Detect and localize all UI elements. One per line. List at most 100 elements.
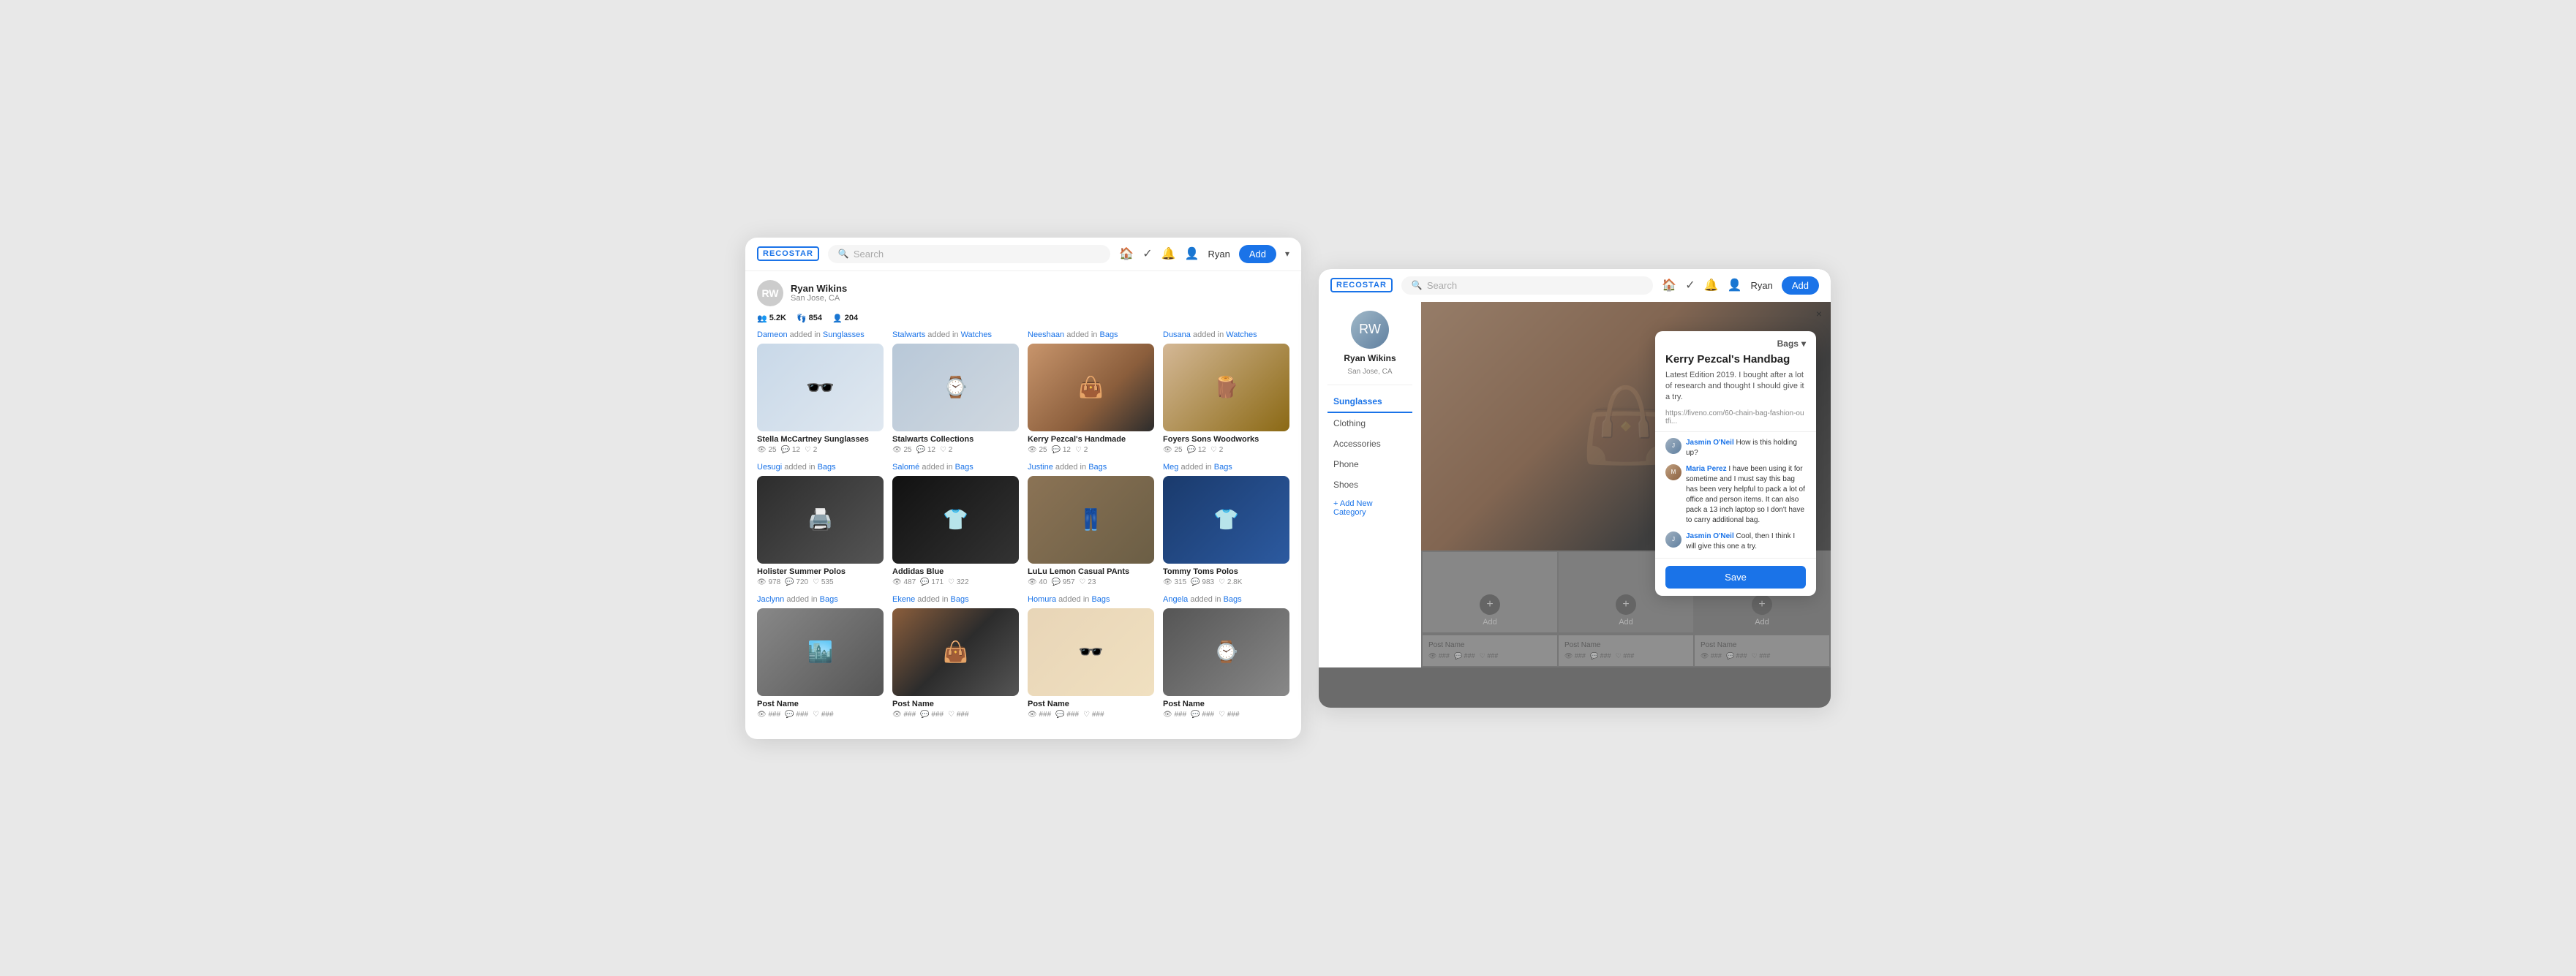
feed-image: ⌚: [892, 344, 1019, 431]
right-content: 👜 + Add + Add + Add Po: [1421, 302, 1831, 667]
home-icon[interactable]: 🏠: [1119, 246, 1134, 261]
list-item: Stalwarts added in Watches ⌚ Stalwarts C…: [892, 330, 1019, 454]
right-search-bar[interactable]: 🔍 Search: [1401, 276, 1653, 295]
popup-title: Kerry Pezcal's Handbag: [1655, 353, 1816, 370]
comment-text-3: Jasmin O'Neil Cool, then I think I will …: [1686, 531, 1806, 552]
feed-attribution: Angela added in Bags: [1163, 595, 1289, 604]
feed-attribution: Meg added in Bags: [1163, 463, 1289, 472]
profile-location: San Jose, CA: [791, 294, 847, 303]
sidebar-item-shoes[interactable]: Shoes: [1327, 474, 1412, 495]
feed-attribution: Salomé added in Bags: [892, 463, 1019, 472]
list-item: Dameon added in Sunglasses 🕶️ Stella McC…: [757, 330, 884, 454]
feed-attribution: Uesugi added in Bags: [757, 463, 884, 472]
check-circle-icon-right[interactable]: ✓: [1685, 278, 1695, 292]
popup-save-button[interactable]: Save: [1665, 566, 1806, 589]
popup-link[interactable]: https://fiveno.com/60-chain-bag-fashion-…: [1655, 409, 1816, 432]
feed-image: 🖨️: [757, 476, 884, 564]
followers-count: 5.2K: [769, 314, 786, 322]
right-navbar: RECOSTAR 🔍 Search 🏠 ✓ 🔔 👤 Ryan Add: [1319, 269, 1831, 302]
right-main: RW Ryan Wikins San Jose, CA Sunglasses C…: [1319, 302, 1831, 667]
list-item: Homura added in Bags 🕶️ Post Name 👁 ### …: [1028, 595, 1154, 719]
right-sidebar: RW Ryan Wikins San Jose, CA Sunglasses C…: [1319, 302, 1421, 667]
comment-text-1: Jasmin O'Neil How is this holding up?: [1686, 438, 1806, 458]
feed-title: Post Name: [892, 700, 1019, 708]
comment-avatar-3: J: [1665, 531, 1681, 548]
feed-stats: 👁 ### 💬 ### ♡ ###: [892, 711, 1019, 719]
sidebar-item-clothing[interactable]: Clothing: [1327, 413, 1412, 434]
feed-attribution: Ekene added in Bags: [892, 595, 1019, 604]
profile-name: Ryan Wikins: [791, 283, 847, 294]
feed-image: 👕: [892, 476, 1019, 564]
list-item: Angela added in Bags ⌚ Post Name 👁 ### 💬…: [1163, 595, 1289, 719]
search-icon: 🔍: [838, 249, 849, 259]
home-icon-right[interactable]: 🏠: [1662, 278, 1676, 292]
feed-image: ⌚: [1163, 608, 1289, 696]
popup-description: Latest Edition 2019. I bought after a lo…: [1655, 370, 1816, 409]
chevron-down-icon[interactable]: ▾: [1285, 249, 1289, 259]
feed-image: 👖: [1028, 476, 1154, 564]
feed-image: 👜: [1028, 344, 1154, 431]
feed-image: 🏙️: [757, 608, 884, 696]
followers-stat: 👥 5.2K: [757, 314, 786, 323]
add-button[interactable]: Add: [1239, 245, 1276, 263]
feed-attribution: Homura added in Bags: [1028, 595, 1154, 604]
feed-stats: 👁 ### 💬 ### ♡ ###: [1028, 711, 1154, 719]
feed-stats: 👁 25 💬 12 ♡ 2: [1028, 446, 1154, 454]
feed-title: Post Name: [1163, 700, 1289, 708]
feed-title: Holister Summer Polos: [757, 567, 884, 576]
feed-row-1: Dameon added in Sunglasses 🕶️ Stella McC…: [757, 330, 1289, 454]
add-category-button[interactable]: + Add New Category: [1327, 495, 1412, 521]
left-search-bar[interactable]: 🔍 Search: [828, 245, 1110, 263]
like-stat: ♡ 2: [805, 446, 817, 454]
sidebar-item-accessories[interactable]: Accessories: [1327, 434, 1412, 454]
feed-attribution: Stalwarts added in Watches: [892, 330, 1019, 339]
left-logo: RECOSTAR: [757, 246, 819, 261]
feed-title: Post Name: [757, 700, 884, 708]
feed-title: Stella McCartney Sunglasses: [757, 435, 884, 444]
followers-icon: 👥: [757, 314, 767, 323]
left-panel: RECOSTAR 🔍 Search 🏠 ✓ 🔔 👤 Ryan Add ▾ RW …: [745, 238, 1301, 739]
comment-item-3: J Jasmin O'Neil Cool, then I think I wil…: [1665, 531, 1806, 552]
following-count: 854: [809, 314, 822, 322]
list-item: Justine added in Bags 👖 LuLu Lemon Casua…: [1028, 463, 1154, 586]
feed-stats: 👁 25 💬 12 ♡ 2: [1163, 446, 1289, 454]
feed-attribution: Dameon added in Sunglasses: [757, 330, 884, 339]
right-panel: RECOSTAR 🔍 Search 🏠 ✓ 🔔 👤 Ryan Add RW Ry…: [1319, 269, 1831, 708]
feed-stats: 👁 978 💬 720 ♡ 535: [757, 578, 884, 586]
sidebar-item-sunglasses[interactable]: Sunglasses: [1327, 391, 1412, 413]
feed-title: LuLu Lemon Casual PAnts: [1028, 567, 1154, 576]
check-circle-icon[interactable]: ✓: [1142, 246, 1152, 261]
list-item: Jaclynn added in Bags 🏙️ Post Name 👁 ###…: [757, 595, 884, 719]
bell-icon-right[interactable]: 🔔: [1704, 278, 1719, 292]
feed-attribution: Jaclynn added in Bags: [757, 595, 884, 604]
comment-avatar-1: J: [1665, 438, 1681, 454]
feed-section: Dameon added in Sunglasses 🕶️ Stella McC…: [745, 330, 1301, 739]
sidebar-item-phone[interactable]: Phone: [1327, 454, 1412, 474]
list-item: Meg added in Bags 👕 Tommy Toms Polos 👁 3…: [1163, 463, 1289, 586]
comment-text-2: Maria Perez I have been using it for som…: [1686, 464, 1806, 526]
search-placeholder: Search: [854, 249, 884, 260]
feed-image: 🕶️: [757, 344, 884, 431]
user-name-label-right: Ryan: [1751, 280, 1773, 291]
comment-item-1: J Jasmin O'Neil How is this holding up?: [1665, 438, 1806, 458]
profile-stats: 👥 5.2K 👣 854 👤 204: [745, 311, 1301, 330]
user-name-label: Ryan: [1208, 249, 1229, 260]
chevron-down-icon: ▾: [1801, 338, 1806, 349]
feed-title: Addidas Blue: [892, 567, 1019, 576]
list-item: Ekene added in Bags 👜 Post Name 👁 ### 💬 …: [892, 595, 1019, 719]
sidebar-profile-name: Ryan Wikins: [1344, 353, 1396, 363]
following-icon: 👣: [796, 314, 807, 323]
connections-count: 204: [845, 314, 858, 322]
popup-comments: J Jasmin O'Neil How is this holding up? …: [1655, 432, 1816, 559]
feed-stats: 👁 ### 💬 ### ♡ ###: [757, 711, 884, 719]
popup-overlay: × Bags ▾ Kerry Pezcal's Handbag Latest E…: [1421, 302, 1831, 667]
user-icon-right[interactable]: 👤: [1728, 278, 1742, 292]
add-button-right[interactable]: Add: [1782, 276, 1819, 295]
feed-title: Foyers Sons Woodworks: [1163, 435, 1289, 444]
user-icon[interactable]: 👤: [1185, 246, 1200, 261]
bell-icon[interactable]: 🔔: [1161, 246, 1176, 261]
connections-icon: 👤: [832, 314, 843, 323]
popup-category-dropdown[interactable]: Bags ▾: [1777, 338, 1806, 349]
connections-stat: 👤 204: [832, 314, 858, 323]
feed-title: Kerry Pezcal's Handmade: [1028, 435, 1154, 444]
